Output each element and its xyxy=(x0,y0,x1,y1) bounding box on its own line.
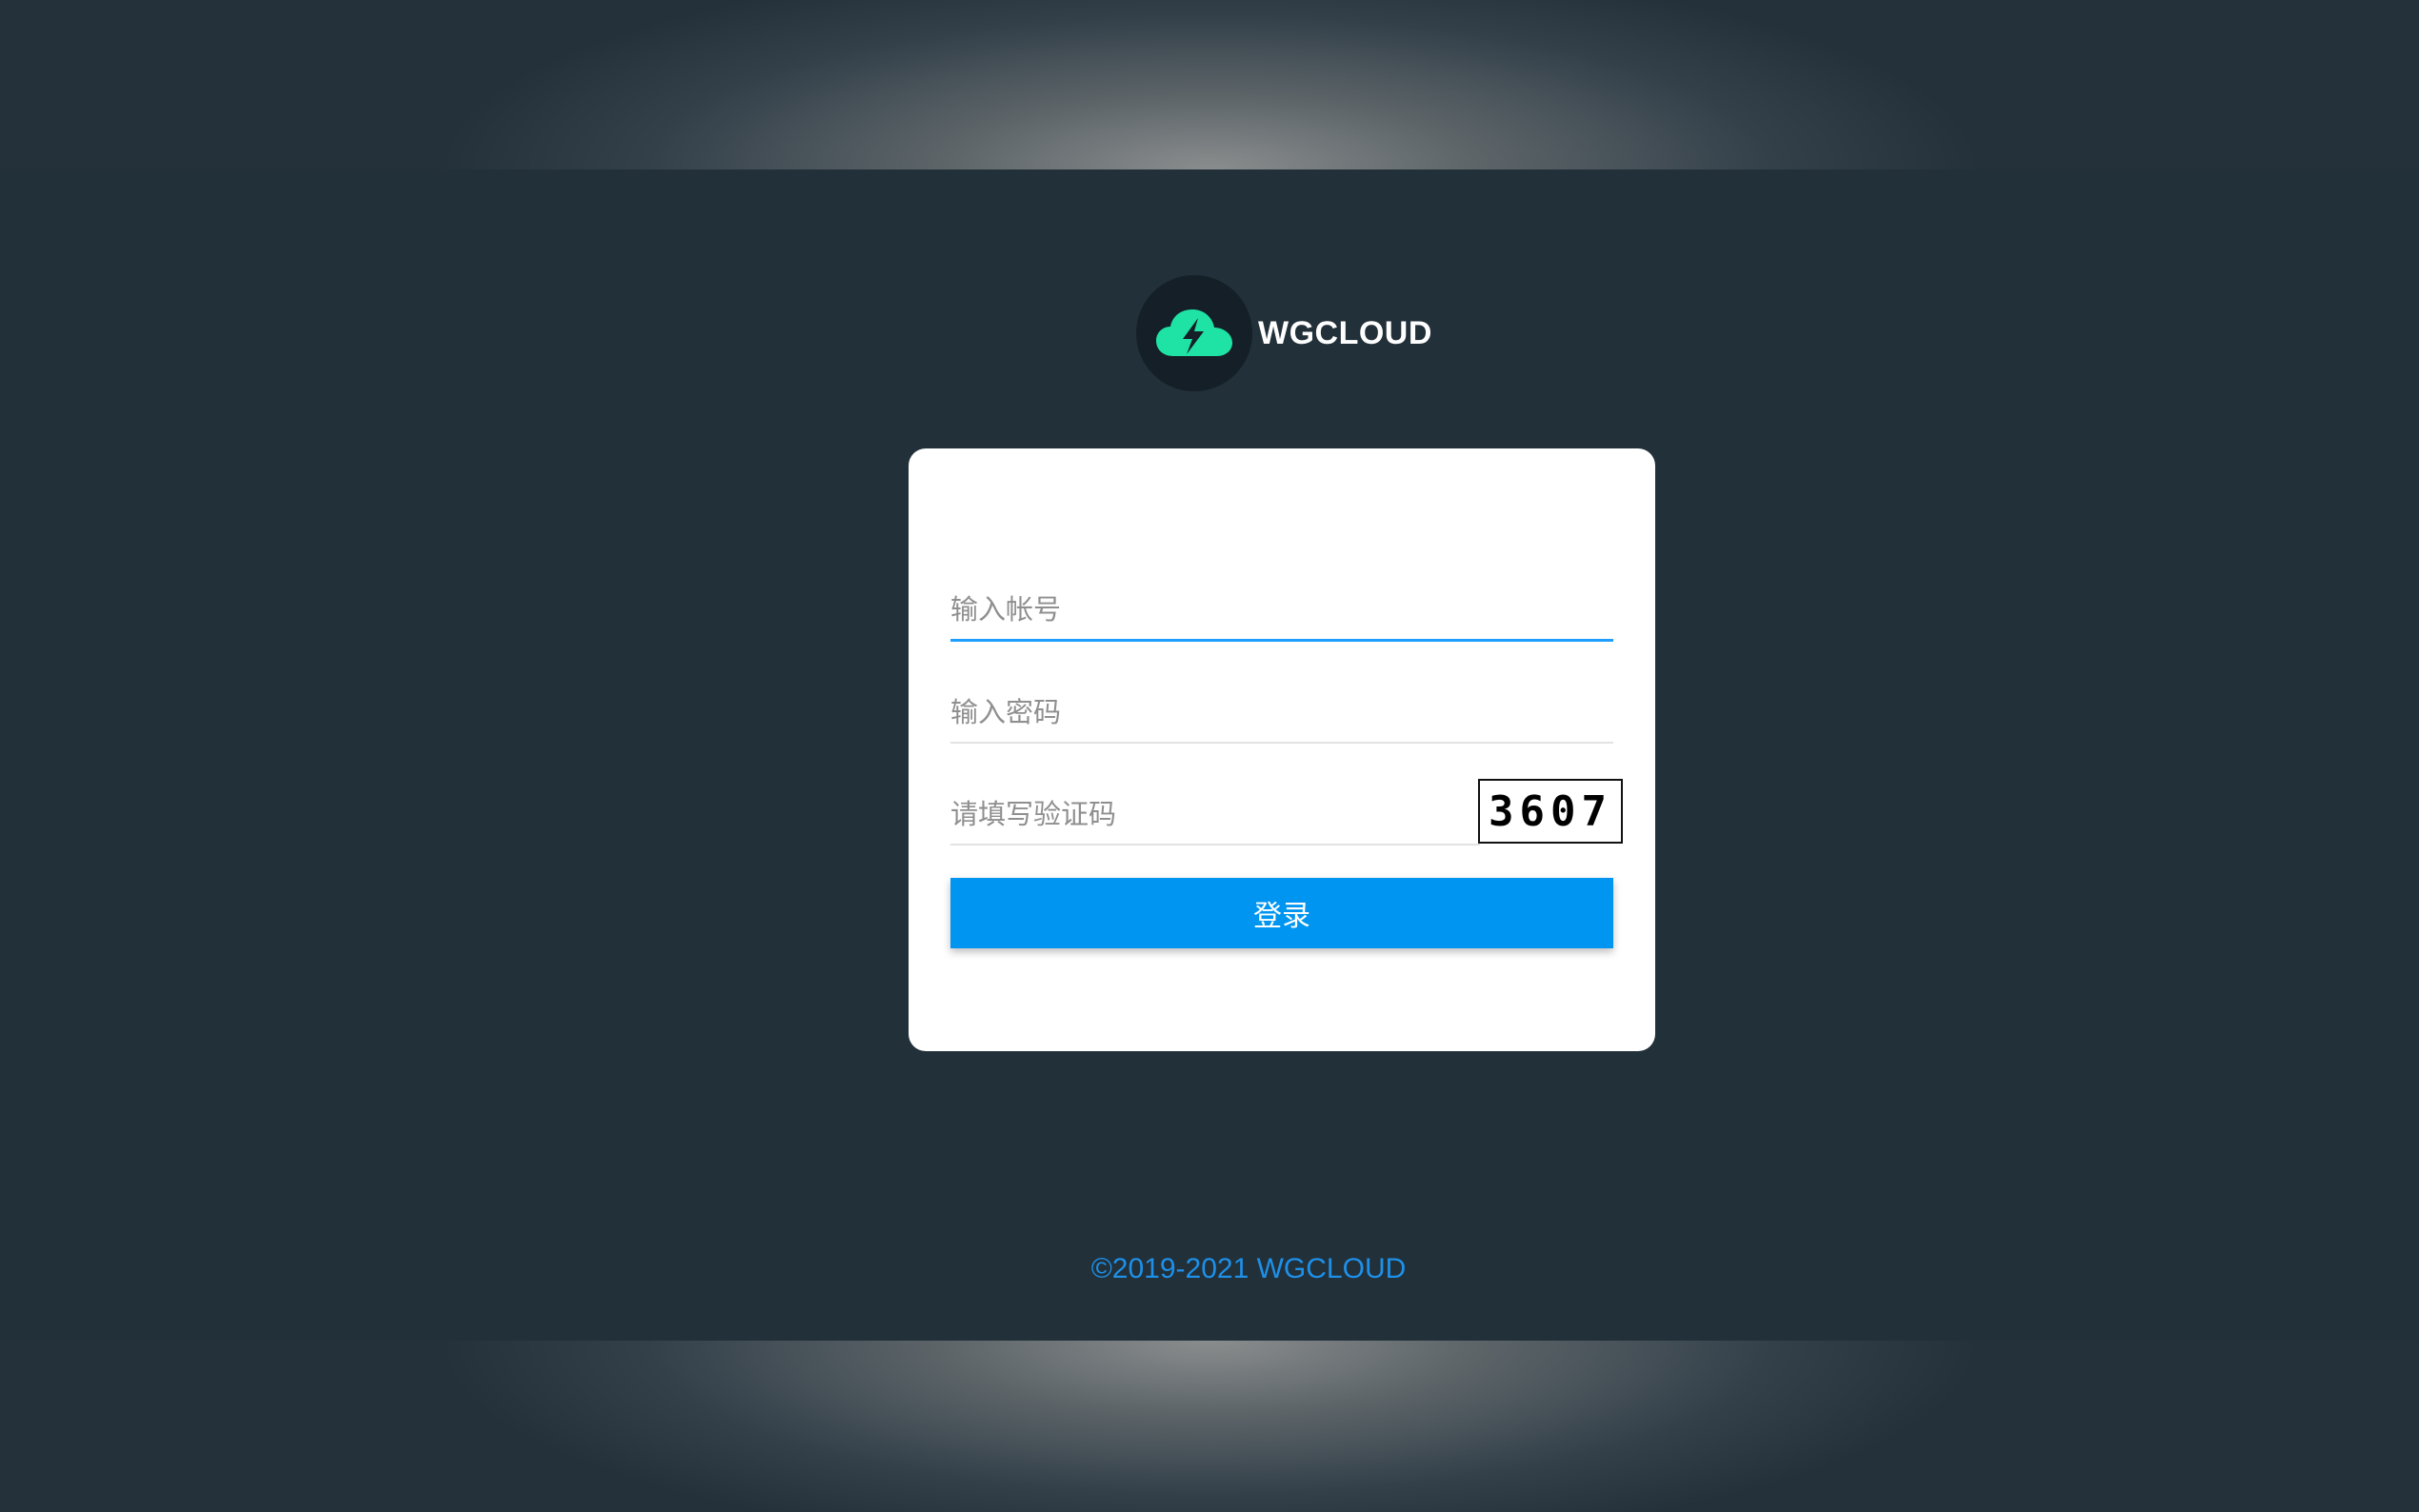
brand-header: WGCLOUD xyxy=(1136,274,1432,392)
footer-copyright: ©2019-2021 WGCLOUD xyxy=(1090,1253,1407,1284)
username-field-wrapper xyxy=(950,582,1613,642)
bottom-glow-decoration xyxy=(0,1341,2419,1512)
captcha-field-wrapper xyxy=(950,786,1480,846)
brand-logo xyxy=(1136,275,1252,391)
login-page: WGCLOUD 3607 登录 ©2019-2021 WGCLOUD xyxy=(0,0,2419,1512)
top-glow-decoration xyxy=(0,0,2419,169)
username-input[interactable] xyxy=(950,582,1613,639)
login-card: 3607 登录 xyxy=(909,448,1655,1051)
password-field-wrapper xyxy=(950,685,1613,744)
brand-name: WGCLOUD xyxy=(1258,314,1432,351)
password-input[interactable] xyxy=(950,685,1613,742)
captcha-image[interactable]: 3607 xyxy=(1478,779,1623,844)
cloud-lightning-icon xyxy=(1156,309,1232,356)
captcha-input[interactable] xyxy=(950,786,1480,844)
login-button[interactable]: 登录 xyxy=(950,878,1613,948)
